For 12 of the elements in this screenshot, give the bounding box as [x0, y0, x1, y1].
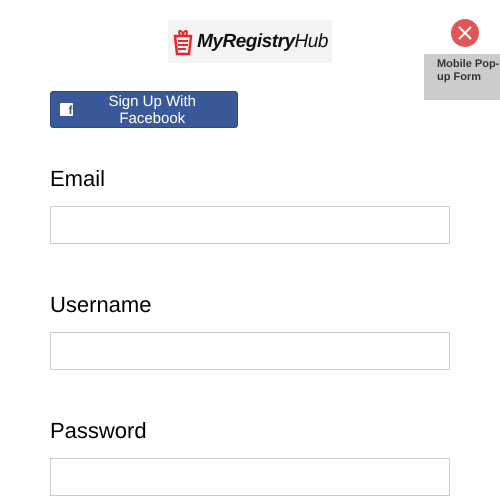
input-field[interactable] — [50, 332, 450, 370]
form-label: Mobile Pop-up Form — [424, 54, 500, 100]
input-field[interactable] — [50, 206, 450, 244]
logo: MyRegistryHub — [168, 20, 332, 63]
close-icon[interactable] — [451, 19, 479, 47]
gift-icon — [172, 28, 194, 56]
field-label: Email — [50, 166, 106, 192]
field-label: Username — [50, 292, 152, 318]
input-field[interactable] — [50, 458, 450, 496]
field-label: Password — [50, 418, 148, 444]
facebook-icon: f — [60, 103, 72, 116]
facebook-signup-button[interactable]: f Sign Up With Facebook — [50, 91, 238, 128]
